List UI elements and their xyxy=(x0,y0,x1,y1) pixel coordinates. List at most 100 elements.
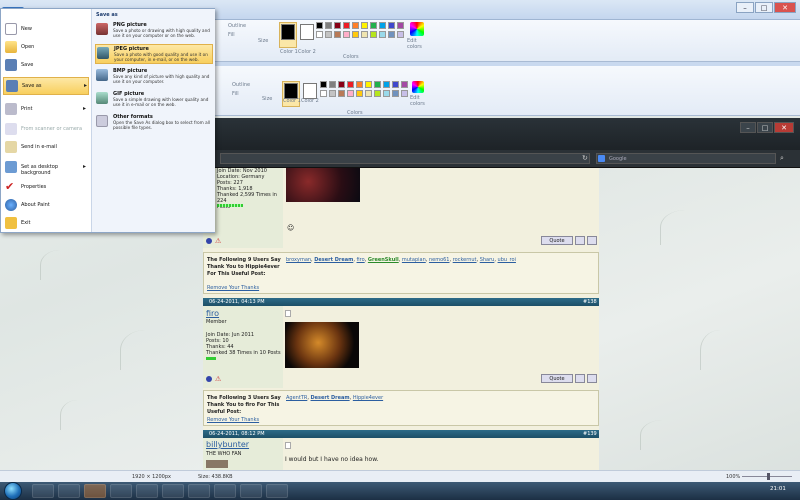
menu-item-print[interactable]: Print ▸ xyxy=(3,101,89,119)
color-swatch[interactable] xyxy=(329,90,336,97)
save-as-bmp[interactable]: BMP picture Save any kind of picture wit… xyxy=(95,67,213,87)
taskbar-app-icon[interactable] xyxy=(240,484,262,498)
color-swatch[interactable] xyxy=(325,31,332,38)
multiquote-button[interactable] xyxy=(575,236,585,245)
color-palette[interactable] xyxy=(320,81,410,107)
edit-colors-icon[interactable] xyxy=(412,81,424,93)
color-swatch[interactable] xyxy=(388,31,395,38)
post2-username[interactable]: firo xyxy=(206,309,219,318)
browser-close-button[interactable]: ✕ xyxy=(774,122,794,133)
color-swatch[interactable] xyxy=(397,22,404,29)
color-swatch[interactable] xyxy=(383,81,390,88)
edit-colors-icon[interactable] xyxy=(410,22,424,36)
save-as-png[interactable]: PNG picture Save a photo or drawing with… xyxy=(95,21,213,41)
color-swatch[interactable] xyxy=(334,31,341,38)
color-swatch[interactable] xyxy=(338,81,345,88)
color-swatch[interactable] xyxy=(388,22,395,29)
quote-button[interactable]: Quote xyxy=(541,374,573,383)
quick-reply-button[interactable] xyxy=(587,236,597,245)
taskbar-explorer-icon[interactable] xyxy=(58,484,80,498)
post3-username[interactable]: billybunter xyxy=(206,440,249,449)
report-icon[interactable]: ⚠ xyxy=(215,375,221,383)
outline-label[interactable]: Outline xyxy=(228,23,246,29)
remove-thanks-link[interactable]: Remove Your Thanks xyxy=(207,285,259,291)
taskbar-paint-icon[interactable] xyxy=(266,484,288,498)
color-swatch[interactable] xyxy=(374,81,381,88)
menu-item-about[interactable]: About Paint xyxy=(3,197,89,215)
post3-number[interactable]: #139 xyxy=(583,431,597,437)
color-swatch[interactable] xyxy=(374,90,381,97)
menu-item-save[interactable]: Save xyxy=(3,57,89,75)
color-swatch[interactable] xyxy=(370,22,377,29)
menu-item-properties[interactable]: ✔ Properties xyxy=(3,179,89,197)
report-icon[interactable]: ⚠ xyxy=(215,237,221,245)
multiquote-button[interactable] xyxy=(575,374,585,383)
quick-reply-button[interactable] xyxy=(587,374,597,383)
taskbar-app-icon[interactable] xyxy=(214,484,236,498)
edit-colors-label[interactable]: Edit colors xyxy=(407,38,429,50)
fill-label[interactable]: Fill xyxy=(228,32,235,38)
color-swatch[interactable] xyxy=(401,90,408,97)
color-swatch[interactable] xyxy=(343,22,350,29)
color-swatch[interactable] xyxy=(347,81,354,88)
color-swatch[interactable] xyxy=(370,31,377,38)
color-swatch[interactable] xyxy=(361,31,368,38)
minimize-button[interactable]: – xyxy=(736,2,754,13)
menu-item-exit[interactable]: Exit xyxy=(3,215,89,233)
color-swatch[interactable] xyxy=(338,90,345,97)
color-swatch[interactable] xyxy=(316,31,323,38)
quote-button[interactable]: Quote xyxy=(541,236,573,245)
menu-item-save-as[interactable]: Save as ▸ xyxy=(3,77,89,95)
color-swatch[interactable] xyxy=(379,22,386,29)
address-bar[interactable] xyxy=(220,153,590,164)
color2-selector[interactable] xyxy=(303,83,317,99)
color-swatch[interactable] xyxy=(316,22,323,29)
color-swatch[interactable] xyxy=(392,90,399,97)
taskbar-clock[interactable]: 21:01 xyxy=(770,486,786,492)
color-swatch[interactable] xyxy=(329,81,336,88)
taskbar-firefox-icon[interactable] xyxy=(84,484,106,498)
taskbar-app-icon[interactable] xyxy=(188,484,210,498)
color-swatch[interactable] xyxy=(347,90,354,97)
zoom-slider-thumb[interactable] xyxy=(767,473,770,480)
color-swatch[interactable] xyxy=(334,22,341,29)
menu-item-open[interactable]: Open xyxy=(3,39,89,57)
size-label[interactable]: Size xyxy=(258,38,268,44)
color-swatch[interactable] xyxy=(325,22,332,29)
menu-item-scanner[interactable]: From scanner or camera xyxy=(3,121,89,139)
color-swatch[interactable] xyxy=(343,31,350,38)
save-as-other-formats[interactable]: Other formats Open the Save As dialog bo… xyxy=(95,113,213,133)
color-swatch[interactable] xyxy=(361,22,368,29)
start-button[interactable] xyxy=(4,482,22,500)
edit-colors-label[interactable]: Edit colors xyxy=(410,95,432,107)
remove-thanks-link[interactable]: Remove Your Thanks xyxy=(207,417,259,423)
save-as-jpeg[interactable]: JPEG picture Save a photo with good qual… xyxy=(95,44,213,64)
size-label[interactable]: Size xyxy=(262,96,272,102)
taskbar-ie-icon[interactable] xyxy=(32,484,54,498)
save-as-gif[interactable]: GIF picture Save a simple drawing with l… xyxy=(95,90,213,110)
color-swatch[interactable] xyxy=(397,31,404,38)
menu-item-send-email[interactable]: Send in e-mail xyxy=(3,139,89,157)
color-swatch[interactable] xyxy=(365,90,372,97)
close-button[interactable]: ✕ xyxy=(774,2,796,13)
fill-label[interactable]: Fill xyxy=(232,91,239,97)
color-swatch[interactable] xyxy=(392,81,399,88)
color-swatch[interactable] xyxy=(320,81,327,88)
search-icon[interactable]: ⌕ xyxy=(780,154,784,163)
color-swatch[interactable] xyxy=(356,90,363,97)
post2-number[interactable]: #138 xyxy=(583,299,597,305)
color-swatch[interactable] xyxy=(365,81,372,88)
menu-item-new[interactable]: New xyxy=(3,21,89,39)
browser-maximize-button[interactable]: □ xyxy=(757,122,773,133)
menu-item-desktop-background[interactable]: Set as desktop background ▸ xyxy=(3,159,89,177)
color-swatch[interactable] xyxy=(356,81,363,88)
maximize-button[interactable]: □ xyxy=(755,2,773,13)
browser-minimize-button[interactable]: – xyxy=(740,122,756,133)
taskbar-app-icon[interactable] xyxy=(136,484,158,498)
color-swatch[interactable] xyxy=(320,90,327,97)
color-swatch[interactable] xyxy=(379,31,386,38)
reload-icon[interactable]: ↻ xyxy=(582,154,588,162)
color2-selector[interactable] xyxy=(300,24,314,40)
color-swatch[interactable] xyxy=(383,90,390,97)
color1-selector[interactable] xyxy=(279,22,297,48)
